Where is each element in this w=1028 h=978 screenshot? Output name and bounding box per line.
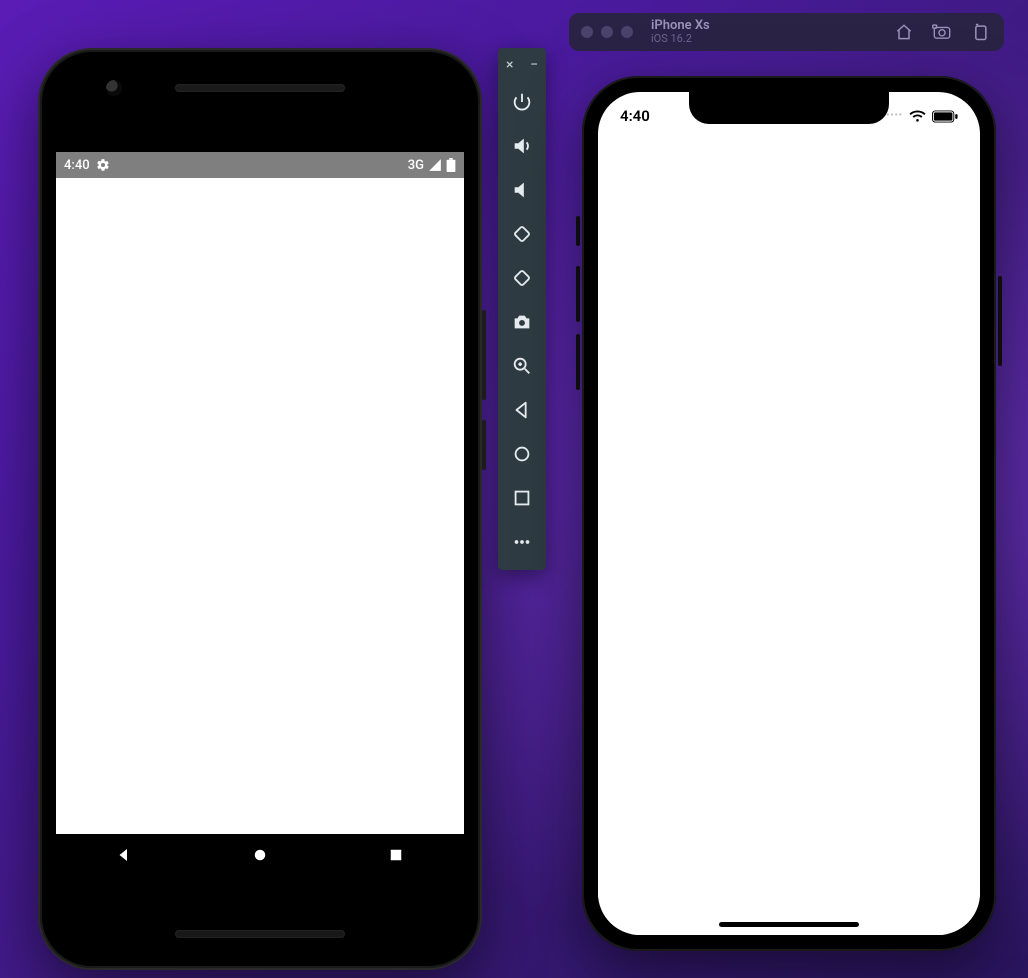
wifi-icon bbox=[909, 110, 926, 123]
iphone-mute-switch bbox=[576, 216, 580, 246]
os-version-label: iOS 16.2 bbox=[651, 33, 710, 45]
status-time: 4:40 bbox=[620, 107, 650, 125]
device-name-label: iPhone Xs bbox=[651, 19, 710, 33]
nav-home-shortcut[interactable] bbox=[510, 442, 534, 466]
android-app-content[interactable] bbox=[56, 178, 464, 834]
battery-icon bbox=[446, 158, 456, 172]
front-camera-icon bbox=[106, 80, 122, 96]
volume-down-button[interactable] bbox=[510, 178, 534, 202]
android-volume-rocker bbox=[482, 310, 486, 400]
simulator-home-button[interactable] bbox=[894, 22, 914, 42]
nav-home-button[interactable] bbox=[248, 843, 272, 867]
earpiece-icon bbox=[175, 84, 345, 92]
ios-app-content[interactable] bbox=[598, 140, 980, 935]
simulator-rotate-button[interactable] bbox=[970, 22, 990, 42]
ios-simulator-titlebar: iPhone Xs iOS 16.2 bbox=[569, 13, 1004, 51]
emulator-toolbar: × − bbox=[498, 48, 546, 570]
status-time: 4:40 bbox=[64, 158, 90, 173]
home-indicator[interactable] bbox=[719, 922, 859, 927]
nav-overview-button[interactable] bbox=[384, 843, 408, 867]
more-button[interactable] bbox=[510, 530, 534, 554]
rotate-left-button[interactable] bbox=[510, 222, 534, 246]
cellular-dots-icon: •••• bbox=[886, 111, 903, 121]
signal-icon bbox=[428, 158, 442, 172]
speaker-icon bbox=[175, 930, 345, 938]
toolbar-close-button[interactable]: × bbox=[506, 58, 513, 72]
window-traffic-lights bbox=[581, 26, 633, 38]
simulator-title: iPhone Xs iOS 16.2 bbox=[651, 19, 710, 45]
battery-icon bbox=[932, 110, 958, 123]
iphone-volume-down bbox=[576, 334, 580, 390]
volume-up-button[interactable] bbox=[510, 134, 534, 158]
iphone-power-button bbox=[998, 276, 1002, 366]
android-status-bar: 4:40 3G bbox=[56, 152, 464, 178]
network-type-label: 3G bbox=[408, 158, 424, 173]
rotate-right-button[interactable] bbox=[510, 266, 534, 290]
zoom-button[interactable] bbox=[510, 354, 534, 378]
android-power-button bbox=[482, 420, 486, 470]
toolbar-minimize-button[interactable]: − bbox=[530, 58, 538, 72]
android-emulator-frame: 4:40 3G bbox=[38, 48, 482, 970]
window-close-button[interactable] bbox=[581, 26, 593, 38]
camera-button[interactable] bbox=[510, 310, 534, 334]
nav-back-button[interactable] bbox=[112, 843, 136, 867]
nav-overview-shortcut[interactable] bbox=[510, 486, 534, 510]
android-screen: 4:40 3G bbox=[56, 152, 464, 876]
nav-back-shortcut[interactable] bbox=[510, 398, 534, 422]
iphone-screen: 4:40 •••• bbox=[598, 92, 980, 935]
window-minimize-button[interactable] bbox=[601, 26, 613, 38]
iphone-volume-up bbox=[576, 266, 580, 322]
gear-icon bbox=[96, 158, 110, 172]
power-button[interactable] bbox=[510, 90, 534, 114]
iphone-simulator-frame: 4:40 •••• bbox=[582, 76, 996, 951]
android-navigation-bar bbox=[56, 834, 464, 876]
simulator-screenshot-button[interactable] bbox=[932, 22, 952, 42]
notch-icon bbox=[689, 92, 889, 124]
window-zoom-button[interactable] bbox=[621, 26, 633, 38]
